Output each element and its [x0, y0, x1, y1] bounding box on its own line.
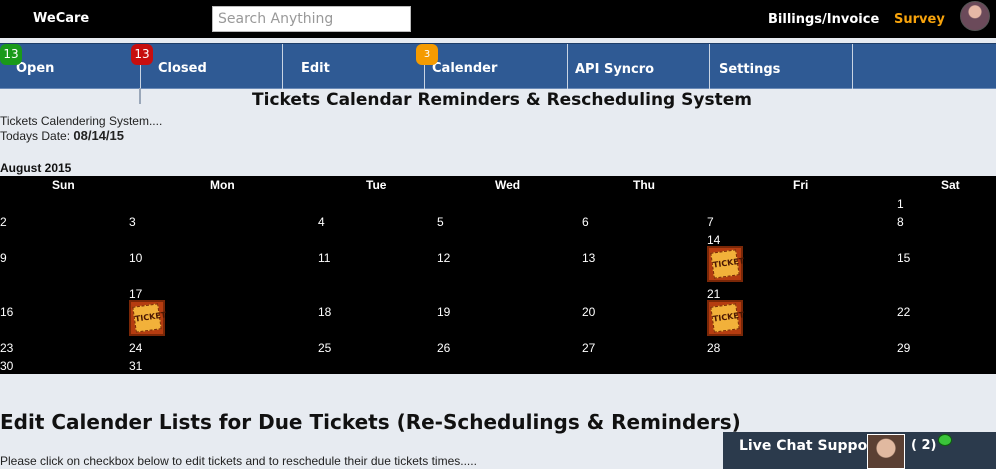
ticket-icon-label: TICKET [710, 249, 745, 279]
survey-link[interactable]: Survey [894, 12, 945, 27]
weekday-header: Fri [793, 178, 809, 192]
ticket-icon[interactable]: TICKET [707, 300, 745, 336]
calendar-day[interactable]: 4 [318, 215, 325, 229]
calendar-day[interactable]: 15 [897, 251, 910, 265]
calendar-day[interactable]: 26 [437, 341, 450, 355]
calendar-day[interactable]: 9 [0, 251, 7, 265]
page-title: Tickets Calendar Reminders & Reschedulin… [252, 90, 752, 110]
calendar-day[interactable]: 18 [318, 305, 331, 319]
live-chat-widget[interactable]: Live Chat Support ( 2) [723, 432, 996, 469]
billings-invoice-link[interactable]: Billings/Invoice [768, 12, 879, 27]
calendar-month: August 2015 [0, 161, 72, 175]
open-count-badge: 13 [0, 44, 22, 65]
system-text: Tickets Calendering System.... [0, 114, 163, 128]
calendar-day[interactable]: 22 [897, 305, 910, 319]
ticket-icon-label: TICKET [710, 303, 745, 333]
todays-date-label: Todays Date: [0, 129, 71, 143]
calendar-day[interactable]: 30 [0, 359, 13, 373]
weekday-header: Thu [633, 178, 655, 192]
tab-api-syncro-label: API Syncro [575, 62, 655, 77]
calendar-day[interactable]: 2 [0, 215, 7, 229]
calendar-day[interactable]: 29 [897, 341, 910, 355]
live-chat-label: Live Chat Support [739, 438, 881, 454]
calender-count-badge: 3 [416, 44, 438, 65]
calendar-day[interactable]: 13 [582, 251, 595, 265]
calendar-day[interactable]: 8 [897, 215, 904, 229]
calendar-day[interactable]: 19 [437, 305, 450, 319]
calendar-day[interactable]: 20 [582, 305, 595, 319]
tab-settings-label: Settings [719, 62, 781, 77]
ticket-icon[interactable]: TICKET [129, 300, 167, 336]
weekday-header: Tue [366, 178, 387, 192]
tab-closed-label: Closed [158, 61, 207, 76]
chat-count: ( 2) [911, 438, 937, 453]
weekday-header: Wed [495, 178, 521, 192]
tab-calender-label: Calender [432, 61, 498, 76]
calendar-day[interactable]: 1 [897, 197, 904, 211]
brand-logo[interactable]: WeCare [33, 11, 89, 26]
tab-api-syncro[interactable]: API Syncro [568, 44, 710, 89]
todays-date-line: Todays Date: 08/14/15 [0, 128, 124, 143]
todays-date-value: 08/14/15 [73, 128, 124, 143]
calendar-grid: Sun Mon Tue Wed Thu Fri Sat 1 2 3 4 5 6 … [0, 176, 996, 374]
calendar-day[interactable]: 10 [129, 251, 142, 265]
weekday-header: Sat [941, 178, 960, 192]
calendar-day[interactable]: 11 [318, 251, 330, 265]
online-status-icon [938, 434, 952, 446]
calendar-day[interactable]: 21 [707, 287, 720, 301]
calendar-day[interactable]: 12 [437, 251, 450, 265]
calendar-day[interactable]: 31 [129, 359, 142, 373]
closed-count-badge: 13 [131, 44, 153, 65]
calendar-day[interactable]: 25 [318, 341, 331, 355]
calendar-day[interactable]: 24 [129, 341, 142, 355]
calendar-day[interactable]: 17 [129, 287, 142, 301]
tab-calender[interactable]: Calender [425, 44, 568, 89]
weekday-header: Sun [52, 178, 75, 192]
ticket-icon-label: TICKET [132, 303, 167, 333]
weekday-header: Mon [210, 178, 235, 192]
tab-edit-label: Edit [301, 61, 330, 76]
search-input[interactable] [212, 6, 411, 32]
tab-open-label: Open [16, 61, 55, 76]
calendar-day[interactable]: 14 [707, 233, 720, 247]
calendar-day[interactable]: 23 [0, 341, 13, 355]
tab-edit[interactable]: Edit [283, 44, 425, 89]
calendar-day[interactable]: 7 [707, 215, 714, 229]
calendar-day[interactable]: 5 [437, 215, 444, 229]
calendar-day[interactable]: 6 [582, 215, 589, 229]
calendar-day[interactable]: 3 [129, 215, 136, 229]
section-note: Please click on checkbox below to edit t… [0, 454, 477, 468]
section-heading: Edit Calender Lists for Due Tickets (Re-… [0, 410, 741, 434]
calendar-day[interactable]: 28 [707, 341, 720, 355]
calendar-day[interactable]: 16 [0, 305, 13, 319]
top-bar: WeCare Billings/Invoice Survey [0, 0, 996, 38]
support-agent-avatar [867, 434, 905, 469]
calendar-day[interactable]: 27 [582, 341, 595, 355]
tab-settings[interactable]: Settings [710, 44, 853, 89]
tab-closed[interactable]: Closed [141, 44, 283, 89]
ticket-icon[interactable]: TICKET [707, 246, 745, 282]
user-avatar[interactable] [960, 1, 990, 31]
